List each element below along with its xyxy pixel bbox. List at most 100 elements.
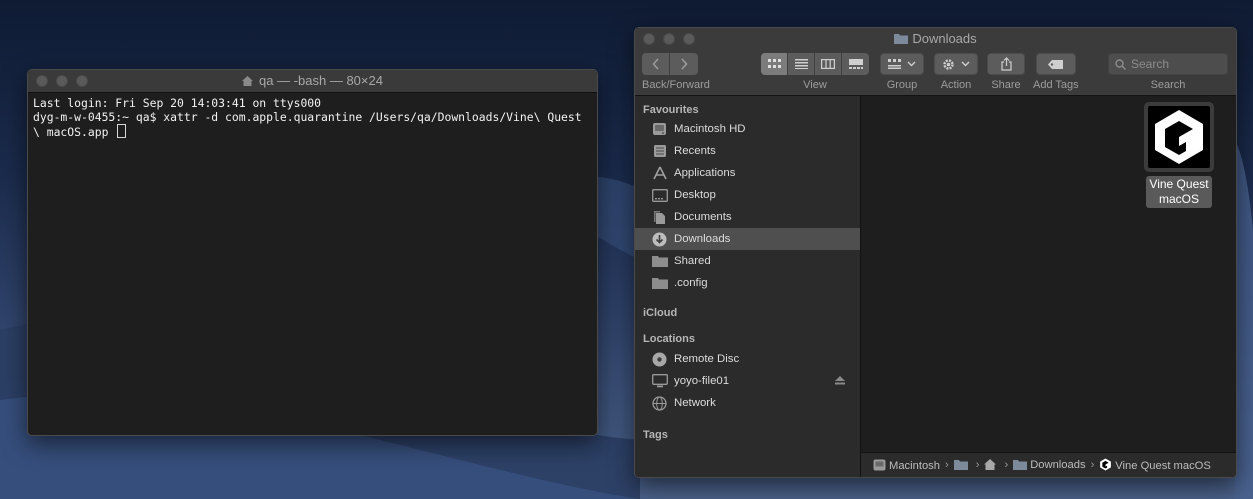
sidebar-item-yoyo-file01[interactable]: yoyo-file01 — [635, 370, 860, 392]
gear-icon — [943, 58, 954, 70]
hard-drive-icon — [873, 459, 886, 470]
terminal-line: dyg-m-w-0455:~ qa$ xattr -d com.apple.qu… — [33, 110, 582, 124]
view-control — [761, 53, 869, 75]
sidebar-item-documents[interactable]: Documents — [635, 206, 860, 228]
sidebar-heading-favourites: Favourites — [643, 104, 699, 116]
path-item-macintosh[interactable]: Macintosh — [873, 459, 940, 472]
sidebar-item-config[interactable]: .config — [635, 272, 860, 294]
path-separator: › — [945, 459, 949, 471]
network-icon — [652, 395, 667, 411]
recents-icon — [653, 145, 666, 157]
chevron-left-icon — [651, 58, 659, 70]
sidebar-item-applications[interactable]: Applications — [635, 162, 860, 184]
text-cursor — [117, 124, 127, 138]
hard-drive-icon — [653, 123, 666, 135]
home-icon — [984, 459, 997, 470]
disc-icon — [652, 352, 667, 366]
terminal-line: Last login: Fri Sep 20 14:03:41 on ttys0… — [33, 96, 322, 110]
finder-sidebar: Favourites Macintosh HD Recents Applicat… — [635, 96, 861, 477]
path-item-label: Downloads — [1030, 459, 1086, 471]
search-icon — [1115, 58, 1126, 70]
file-name: Vine Quest macOS — [1146, 176, 1212, 208]
path-item-label: Vine Quest macOS — [1115, 460, 1211, 472]
share-button[interactable] — [987, 53, 1025, 75]
file-item[interactable]: Vine Quest macOS — [1143, 102, 1215, 208]
desktop-icon — [651, 188, 668, 202]
path-item-vine-quest[interactable]: Vine Quest macOS — [1099, 458, 1211, 472]
icon-view-button[interactable] — [761, 53, 788, 75]
chevron-right-icon — [681, 58, 688, 70]
tag-icon — [1047, 59, 1063, 69]
sidebar-item-network[interactable]: Network — [635, 392, 860, 414]
share-label: Share — [991, 79, 1021, 91]
folder-icon — [894, 34, 909, 44]
folder-icon — [1013, 460, 1028, 470]
sidebar-item-macintosh-hd[interactable]: Macintosh HD — [635, 118, 860, 140]
sidebar-item-recents[interactable]: Recents — [635, 140, 860, 162]
sidebar-item-remote-disc[interactable]: Remote Disc — [635, 348, 860, 370]
applications-icon — [652, 166, 667, 180]
back-button[interactable] — [642, 53, 670, 75]
terminal-window[interactable]: qa — -bash — 80×24 Last login: Fri Sep 2… — [27, 69, 598, 436]
path-item-downloads[interactable]: Downloads — [1013, 459, 1086, 471]
sidebar-item-label: Recents — [674, 145, 716, 157]
sidebar-item-label: Downloads — [674, 233, 731, 245]
path-item-home[interactable] — [984, 459, 999, 471]
terminal-titlebar[interactable]: qa — -bash — 80×24 — [28, 70, 597, 93]
home-icon — [242, 76, 254, 86]
gallery-view-button[interactable] — [842, 53, 869, 75]
column-view-button[interactable] — [815, 53, 842, 75]
columns-icon — [821, 59, 835, 69]
file-name-line: macOS — [1158, 192, 1199, 206]
forward-button[interactable] — [670, 53, 698, 75]
sidebar-item-label: Desktop — [674, 189, 716, 201]
search-placeholder: Search — [1131, 57, 1170, 71]
group-label: Group — [886, 79, 918, 91]
sidebar-item-downloads[interactable]: Downloads — [635, 228, 860, 250]
search-field[interactable]: Search — [1108, 53, 1228, 75]
path-item-users[interactable] — [953, 459, 971, 471]
add-tags-label: Add Tags — [1033, 79, 1079, 91]
minimize-button[interactable] — [56, 75, 68, 87]
window-title: Downloads — [635, 31, 1236, 47]
sidebar-item-label: yoyo-file01 — [674, 375, 730, 387]
sidebar-item-label: Network — [674, 397, 716, 409]
sidebar-item-desktop[interactable]: Desktop — [635, 184, 860, 206]
terminal-title: qa — -bash — 80×24 — [259, 73, 383, 88]
display-icon — [651, 374, 668, 388]
sidebar-heading-icloud[interactable]: iCloud — [635, 300, 860, 322]
finder-toolbar: Downloads Back/Forward View Group Action… — [635, 28, 1236, 96]
action-button[interactable] — [934, 53, 978, 75]
folder-icon — [651, 278, 668, 289]
add-tags-button[interactable] — [1035, 53, 1076, 75]
path-item-label: Macintosh — [889, 459, 940, 472]
sidebar-item-label: Remote Disc — [674, 353, 740, 365]
chevron-down-icon — [907, 61, 916, 67]
list-view-button[interactable] — [788, 53, 815, 75]
list-icon — [794, 59, 808, 69]
zoom-button[interactable] — [76, 75, 88, 87]
sidebar-item-label: .config — [674, 277, 708, 289]
file-browser-area[interactable]: Vine Quest macOS — [861, 96, 1236, 453]
chevron-down-icon — [961, 61, 970, 67]
app-icon — [1155, 110, 1203, 164]
downloads-icon — [652, 232, 667, 246]
sidebar-item-shared[interactable]: Shared — [635, 250, 860, 272]
path-bar: Macintosh › › › Downloads › Vine Quest m… — [861, 452, 1236, 477]
group-button[interactable] — [880, 53, 924, 75]
back-forward-label: Back/Forward — [642, 79, 710, 91]
search-label: Search — [1150, 79, 1186, 91]
file-name-line: Vine Quest — [1149, 177, 1209, 191]
documents-icon — [653, 210, 665, 224]
close-button[interactable] — [36, 75, 48, 87]
folder-icon — [651, 256, 668, 267]
sidebar-item-label: Macintosh HD — [674, 123, 746, 135]
sidebar-heading-locations[interactable]: Locations — [635, 326, 860, 348]
sidebar-heading-tags[interactable]: Tags — [635, 422, 860, 444]
folder-icon — [953, 460, 968, 470]
finder-window[interactable]: Downloads Back/Forward View Group Action… — [634, 27, 1237, 478]
terminal-output[interactable]: Last login: Fri Sep 20 14:03:41 on ttys0… — [28, 93, 597, 142]
share-icon — [1000, 57, 1012, 71]
eject-icon[interactable] — [835, 376, 845, 385]
grid-icon — [767, 59, 781, 68]
